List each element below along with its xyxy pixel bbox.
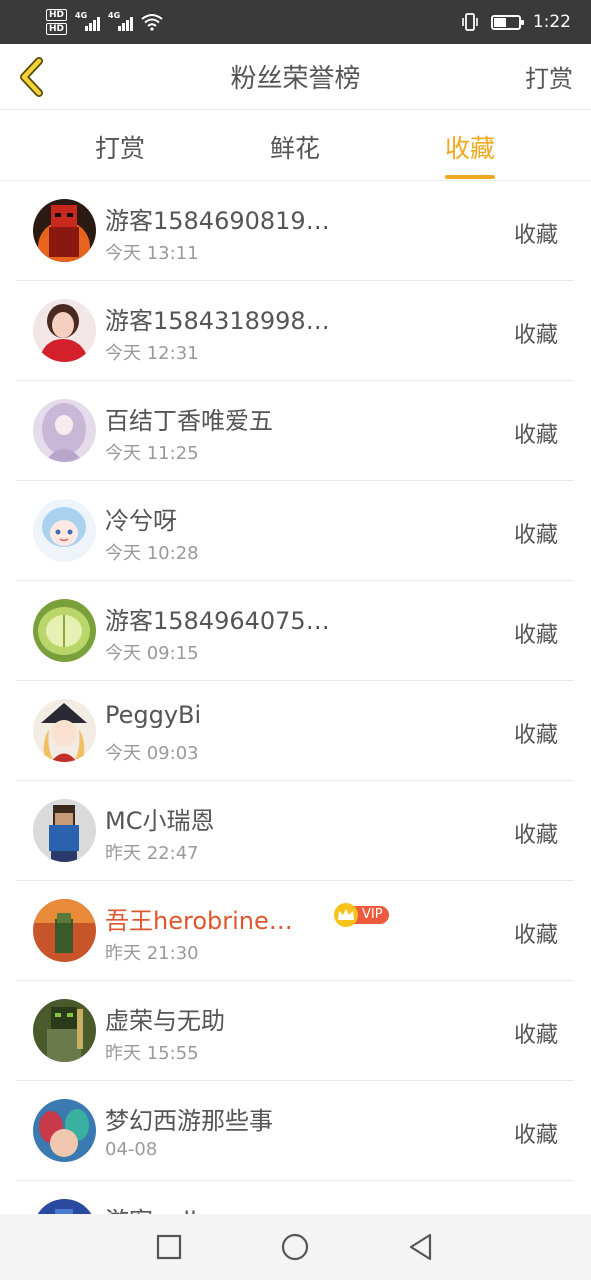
network-type-2: 4G xyxy=(108,11,121,20)
avatar[interactable] xyxy=(33,499,96,562)
timestamp: 昨天 22:47 xyxy=(105,843,199,864)
page-title: 粉丝荣誉榜 xyxy=(230,64,361,94)
hd-badge-1: HD xyxy=(46,9,68,21)
status-right: 1:22 xyxy=(461,0,571,44)
user-name: 冷兮呀 xyxy=(105,507,177,535)
timestamp: 今天 10:28 xyxy=(105,543,199,564)
action-label: 收藏 xyxy=(513,1123,558,1148)
vibrate-icon xyxy=(462,13,478,31)
fan-list[interactable]: 游客1584690819… 今天 13:11 收藏 游客1584318998… … xyxy=(0,181,591,1214)
vip-badge: VIP xyxy=(334,903,389,927)
battery-level xyxy=(493,17,506,27)
list-item[interactable]: 梦幻西游那些事 04-08 收藏 xyxy=(16,1081,574,1181)
timestamp: 昨天 15:55 xyxy=(105,1043,199,1064)
list-item[interactable]: 游客1584964075… 今天 09:15 收藏 xyxy=(16,581,574,681)
action-label: 收藏 xyxy=(513,623,558,648)
avatar[interactable] xyxy=(33,599,96,662)
list-item[interactable]: 游客1584318998… 今天 12:31 收藏 xyxy=(16,281,574,381)
user-name: MC小瑞恩 xyxy=(105,807,215,835)
timestamp: 今天 12:31 xyxy=(105,343,199,364)
hd-indicators: HD HD xyxy=(46,9,68,35)
avatar[interactable] xyxy=(33,799,96,862)
battery-icon xyxy=(490,14,524,30)
list-item[interactable]: 虚荣与无助 昨天 15:55 收藏 xyxy=(16,981,574,1081)
action-label: 收藏 xyxy=(513,423,558,448)
user-name: 吾王herobrine不… xyxy=(105,907,315,935)
user-name: 虚荣与无助 xyxy=(105,1007,225,1035)
timestamp: 今天 11:25 xyxy=(105,443,199,464)
wifi-icon xyxy=(141,14,163,31)
action-label: 收藏 xyxy=(513,223,558,248)
list-item[interactable]: 冷兮呀 今天 10:28 收藏 xyxy=(16,481,574,581)
list-item[interactable]: 游客1584690819… 今天 13:11 收藏 xyxy=(16,181,574,281)
tab-label: 打赏 xyxy=(95,134,146,163)
list-item[interactable]: 百结丁香唯爱五 今天 11:25 收藏 xyxy=(16,381,574,481)
status-left: HD HD 4G 4G xyxy=(46,6,163,38)
tab-bar: 打赏 鲜花 收藏 xyxy=(0,111,591,181)
clock: 1:22 xyxy=(532,12,571,32)
signal-icon-1: 4G xyxy=(75,11,101,31)
action-label: 收藏 xyxy=(513,1023,558,1048)
user-name: 游客1584690819… xyxy=(105,207,330,235)
user-name: 游客1584964075… xyxy=(105,607,330,635)
system-nav-bar xyxy=(0,1214,591,1280)
avatar[interactable] xyxy=(33,299,96,362)
hd-badge-2: HD xyxy=(46,23,68,35)
timestamp: 04-08 xyxy=(105,1139,158,1160)
user-name: PeggyBi xyxy=(105,701,202,729)
home-icon[interactable] xyxy=(280,1232,310,1262)
network-type-1: 4G xyxy=(75,11,88,20)
back-icon[interactable] xyxy=(406,1232,436,1262)
tab-reward[interactable]: 打赏 xyxy=(95,129,145,165)
list-item[interactable]: 游客null xyxy=(16,1181,574,1214)
list-item[interactable]: 吾王herobrine不… VIP 昨天 21:30 收藏 xyxy=(16,881,574,981)
action-label: 收藏 xyxy=(513,923,558,948)
timestamp: 今天 09:15 xyxy=(105,643,199,664)
reward-button[interactable]: 打赏 xyxy=(525,59,573,94)
avatar[interactable] xyxy=(33,1099,96,1162)
tab-flowers[interactable]: 鲜花 xyxy=(270,129,320,165)
tab-label: 鲜花 xyxy=(270,134,321,163)
avatar[interactable] xyxy=(33,399,96,462)
action-label: 收藏 xyxy=(513,723,558,748)
avatar[interactable] xyxy=(33,899,96,962)
avatar[interactable] xyxy=(33,699,96,762)
signal-icon-2: 4G xyxy=(108,11,134,31)
active-tab-indicator xyxy=(445,175,496,179)
timestamp: 今天 13:11 xyxy=(105,243,199,264)
list-item[interactable]: PeggyBi 今天 09:03 收藏 xyxy=(16,681,574,781)
tab-favorites[interactable]: 收藏 xyxy=(445,129,496,179)
timestamp: 今天 09:03 xyxy=(105,743,199,764)
user-name: 梦幻西游那些事 xyxy=(105,1107,273,1135)
status-bar: HD HD 4G 4G 1:22 xyxy=(0,0,591,44)
action-label: 收藏 xyxy=(513,823,558,848)
avatar[interactable] xyxy=(33,199,96,262)
timestamp: 昨天 21:30 xyxy=(105,943,199,964)
avatar[interactable] xyxy=(33,1199,96,1214)
app-header: 粉丝荣誉榜 打赏 xyxy=(0,44,591,110)
user-name: 百结丁香唯爱五 xyxy=(105,407,273,435)
action-label: 收藏 xyxy=(513,523,558,548)
recent-apps-icon[interactable] xyxy=(154,1232,184,1262)
avatar[interactable] xyxy=(33,999,96,1062)
list-item[interactable]: MC小瑞恩 昨天 22:47 收藏 xyxy=(16,781,574,881)
crown-icon xyxy=(334,903,358,927)
action-label: 收藏 xyxy=(513,323,558,348)
user-name: 游客1584318998… xyxy=(105,307,330,335)
tab-label: 收藏 xyxy=(445,134,496,163)
user-name: 游客null xyxy=(105,1201,197,1214)
